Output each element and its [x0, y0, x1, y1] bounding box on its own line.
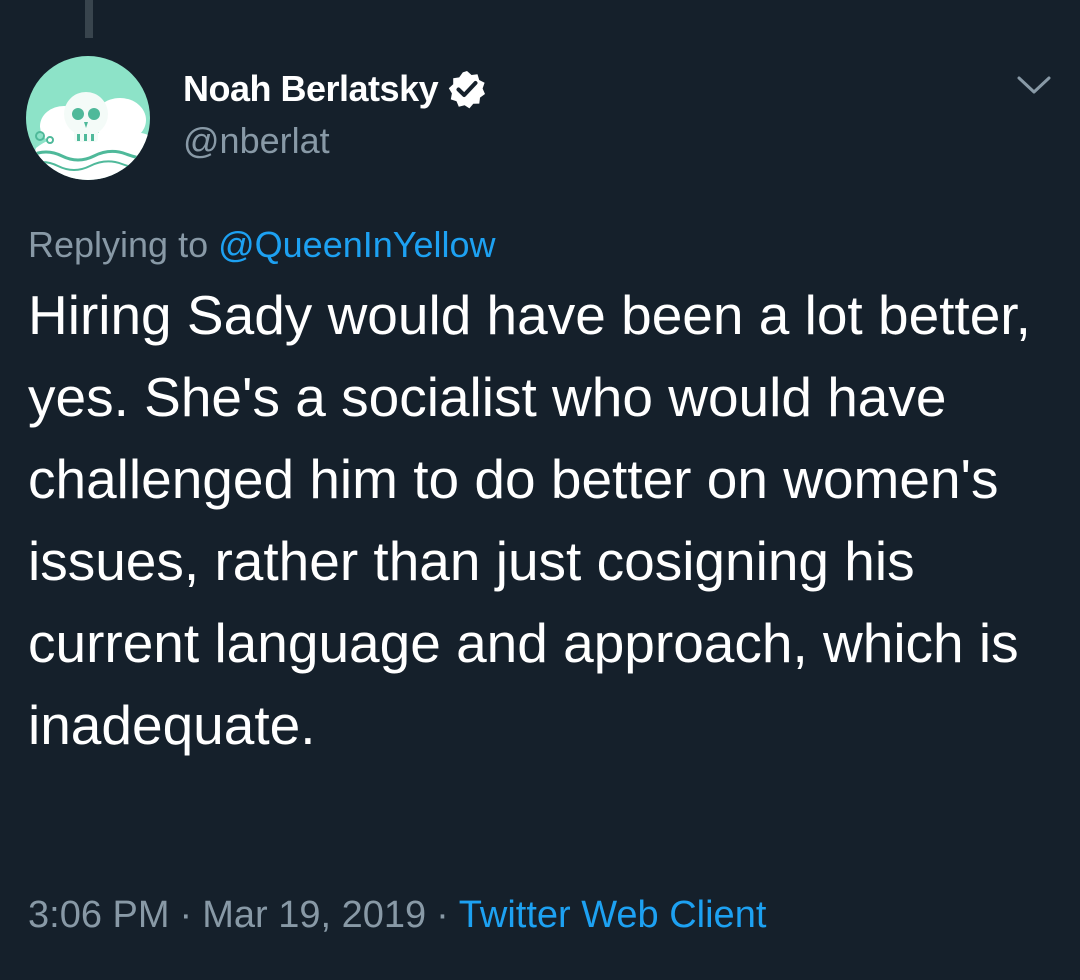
replying-to-label: Replying to: [28, 224, 219, 265]
skull-avatar-icon: [26, 56, 150, 180]
tweet-source-link[interactable]: Twitter Web Client: [459, 894, 767, 936]
author-handle[interactable]: @nberlat: [183, 120, 330, 162]
meta-separator: ·: [179, 894, 193, 936]
author-name-row[interactable]: Noah Berlatsky: [183, 66, 487, 112]
verified-badge-icon: [447, 69, 487, 109]
tweet-date[interactable]: Mar 19, 2019: [202, 894, 426, 936]
meta-separator: ·: [436, 894, 449, 936]
replying-to-line: Replying to @QueenInYellow: [28, 224, 496, 266]
display-name[interactable]: Noah Berlatsky: [183, 68, 439, 110]
avatar[interactable]: [26, 56, 150, 180]
chevron-down-icon[interactable]: [1014, 66, 1054, 106]
reply-mention-link[interactable]: @QueenInYellow: [218, 224, 495, 265]
tweet-text: Hiring Sady would have been a lot better…: [28, 284, 1031, 756]
tweet-time[interactable]: 3:06 PM: [28, 894, 170, 936]
thread-connector-line: [85, 0, 93, 38]
tweet-metadata: 3:06 PM · Mar 19, 2019 · Twitter Web Client: [28, 894, 766, 937]
